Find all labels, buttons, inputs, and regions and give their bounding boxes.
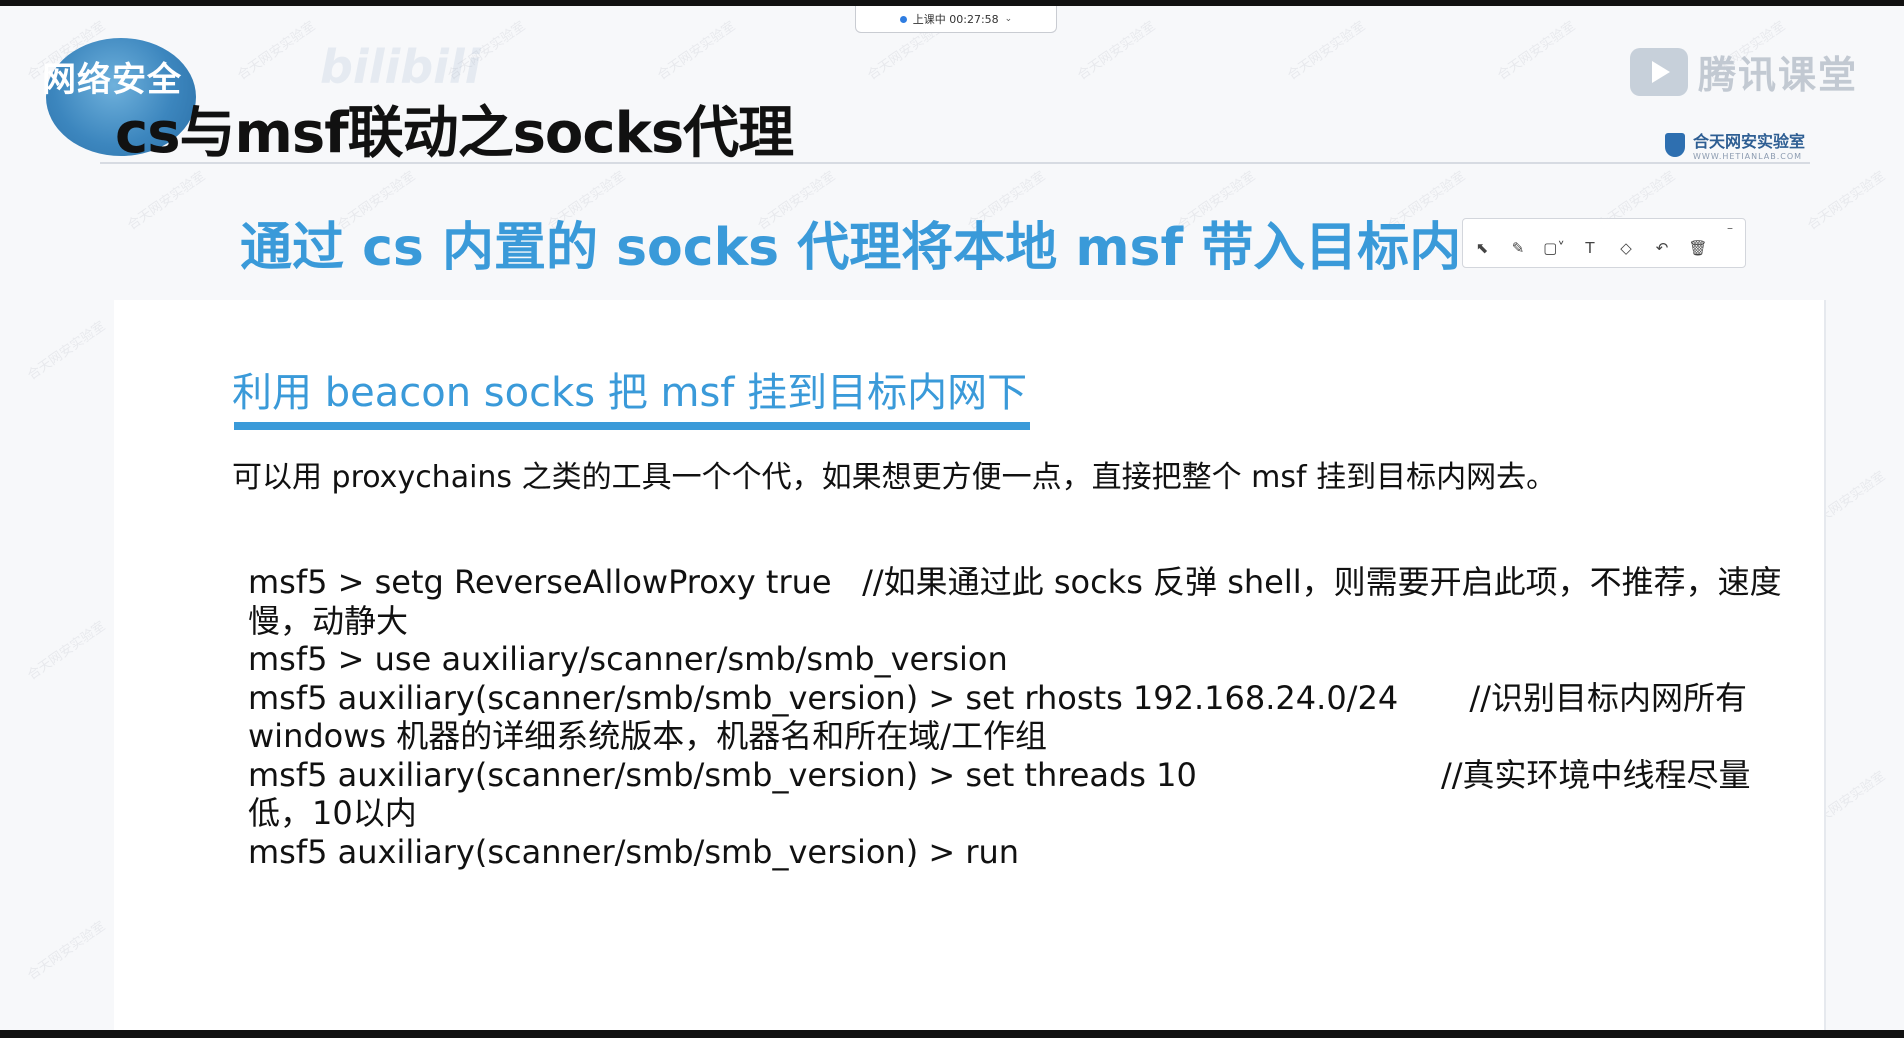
tencent-classroom-text: 腾讯课堂 — [1698, 53, 1859, 97]
watermark-text: 合天网安实验室 — [1075, 18, 1159, 84]
undo-tool-icon[interactable]: ↶ — [1653, 239, 1671, 257]
shape-tool-icon[interactable]: ▢˅ — [1543, 239, 1565, 257]
watermark-text: 合天网安实验室 — [25, 618, 109, 684]
header-divider — [100, 162, 1810, 164]
slide-title: cs与msf联动之socks代理 — [115, 101, 794, 166]
code-line: msf5 > use auxiliary/scanner/smb/smb_ver… — [248, 640, 1008, 678]
code-line: msf5 auxiliary(scanner/smb/smb_version) … — [248, 755, 1751, 794]
msf-command-block: msf5 > setg ReverseAllowProxy true //如果通… — [248, 563, 1782, 871]
code-line: msf5 auxiliary(scanner/smb/smb_version) … — [248, 832, 1020, 871]
minimize-icon[interactable]: – — [1727, 221, 1733, 235]
annotation-tools: ⬉ ✎ ▢˅ T ◇ ↶ 🗑 — [1473, 239, 1708, 257]
shield-icon — [1665, 132, 1685, 157]
annotation-toolbar[interactable]: – ⬉ ✎ ▢˅ T ◇ ↶ 🗑 — [1462, 218, 1746, 268]
text-tool-icon[interactable]: T — [1581, 239, 1599, 257]
watermark-text: 合天网安实验室 — [25, 918, 109, 984]
eraser-tool-icon[interactable]: ◇ — [1617, 239, 1635, 257]
watermark-text: 合天网安实验室 — [1495, 18, 1579, 84]
slide-subtitle: 通过 cs 内置的 socks 代理将本地 msf 带入目标内网进行操作 — [240, 218, 1460, 278]
watermark-text: 合天网安实验室 — [655, 18, 739, 84]
class-status-text: 上课中 00:27:58 — [912, 13, 999, 26]
code-line: 低，10以内 — [248, 794, 417, 832]
watermark-text: 合天网安实验室 — [235, 18, 319, 84]
site-watermark-logo: bilibili — [320, 40, 481, 94]
content-edge — [1824, 300, 1826, 1030]
lab-name: 合天网安实验室 — [1693, 132, 1806, 151]
code-line: msf5 auxiliary(scanner/smb/smb_version) … — [248, 678, 1747, 717]
tencent-classroom-logo: 腾讯课堂 — [1630, 44, 1858, 99]
play-icon — [1630, 47, 1688, 96]
live-dot-icon — [899, 15, 907, 23]
watermark-text: 合天网安实验室 — [25, 318, 109, 384]
watermark-text: 合天网安实验室 — [125, 168, 209, 234]
section-heading: 利用 beacon socks 把 msf 挂到目标内网下 — [232, 370, 1028, 416]
section-underline — [234, 422, 1030, 430]
delete-tool-icon[interactable]: 🗑 — [1688, 239, 1707, 257]
watermark-text: 合天网安实验室 — [1285, 18, 1369, 84]
select-tool-icon[interactable]: ⬉ — [1473, 239, 1491, 257]
pen-tool-icon[interactable]: ✎ — [1509, 239, 1527, 257]
code-line: windows 机器的详细系统版本，机器名和所在域/工作组 — [248, 717, 1048, 755]
hetian-lab-logo: 合天网安实验室 WWW.HETIANLAB.COM — [1665, 128, 1805, 161]
intro-text: 可以用 proxychains 之类的工具一个个代，如果想更方便一点，直接把整个… — [232, 460, 1557, 495]
code-line: msf5 > setg ReverseAllowProxy true //如果通… — [248, 563, 1782, 601]
screen: 合天网安实验室 合天网安实验室 合天网安实验室 合天网安实验室 合天网安实验室 合天网安实… — [0, 0, 1904, 1038]
chevron-down-icon: ⌄ — [1004, 14, 1013, 24]
lab-domain: WWW.HETIANLAB.COM — [1693, 152, 1803, 161]
watermark-text: 合天网安实验室 — [1805, 168, 1889, 234]
code-line: 慢，动静大 — [248, 601, 409, 640]
class-status-pill[interactable]: 上课中 00:27:58 ⌄ — [855, 6, 1057, 33]
bottom-border — [0, 1030, 1904, 1038]
